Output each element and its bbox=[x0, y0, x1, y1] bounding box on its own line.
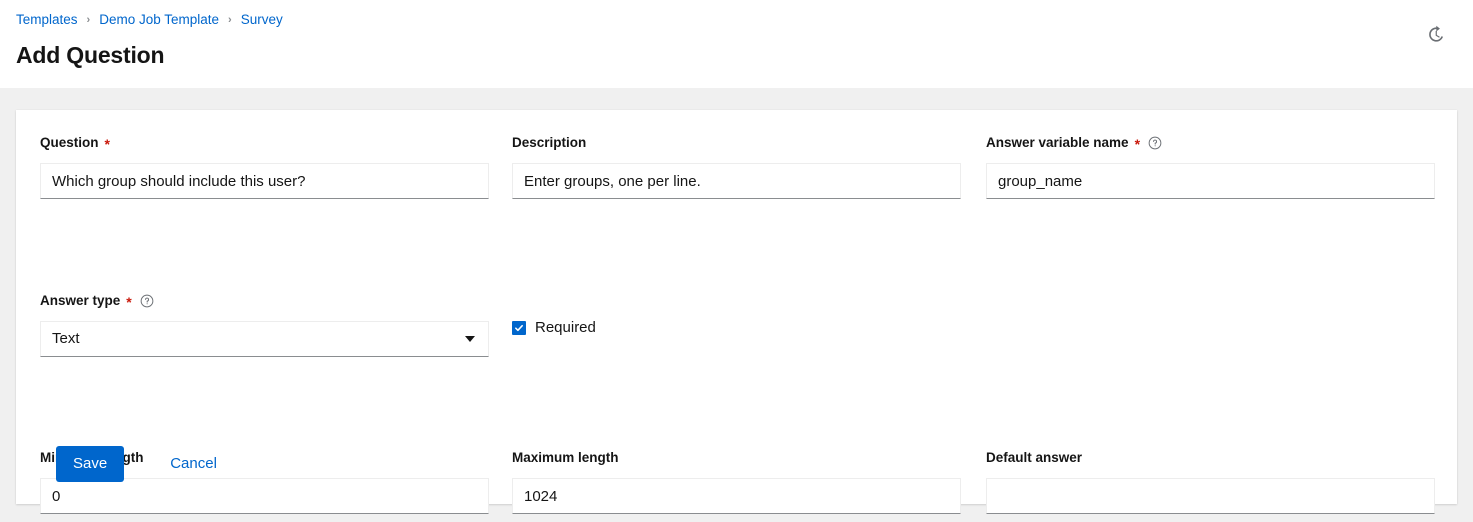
field-description: Description bbox=[512, 134, 961, 292]
answer-type-select[interactable]: Text bbox=[40, 321, 489, 357]
field-required-checkbox: Required bbox=[512, 292, 961, 449]
description-label: Description bbox=[512, 134, 961, 152]
answer-variable-name-input[interactable] bbox=[986, 163, 1435, 199]
required-checkbox-label[interactable]: Required bbox=[535, 319, 596, 337]
minimum-length-input[interactable] bbox=[40, 478, 489, 514]
field-answer-variable-name: Answer variable name * bbox=[986, 134, 1435, 292]
description-label-text: Description bbox=[512, 134, 586, 152]
required-checkbox[interactable] bbox=[512, 321, 526, 335]
question-label: Question * bbox=[40, 134, 489, 152]
breadcrumb-separator: › bbox=[87, 11, 91, 29]
question-circle-icon[interactable] bbox=[1148, 136, 1162, 150]
answer-variable-name-label-text: Answer variable name bbox=[986, 134, 1129, 152]
question-label-text: Question bbox=[40, 134, 99, 152]
breadcrumb-item-demo-job-template[interactable]: Demo Job Template bbox=[99, 11, 219, 29]
cancel-button[interactable]: Cancel bbox=[154, 446, 233, 482]
answer-variable-name-label: Answer variable name * bbox=[986, 134, 1435, 152]
breadcrumb: Templates › Demo Job Template › Survey bbox=[16, 11, 1453, 29]
description-input[interactable] bbox=[512, 163, 961, 199]
default-answer-label-text: Default answer bbox=[986, 449, 1082, 467]
required-indicator: * bbox=[105, 137, 110, 151]
row2-empty-cell bbox=[986, 292, 1435, 449]
required-checkbox-row[interactable]: Required bbox=[512, 310, 961, 346]
field-question: Question * bbox=[40, 134, 489, 292]
answer-type-label: Answer type * bbox=[40, 292, 489, 310]
question-circle-icon[interactable] bbox=[140, 294, 154, 308]
add-question-card: Question * Description Answer variable n… bbox=[16, 110, 1457, 504]
save-button[interactable]: Save bbox=[56, 446, 124, 482]
answer-type-label-text: Answer type bbox=[40, 292, 120, 310]
page-title: Add Question bbox=[16, 40, 1453, 70]
question-form: Question * Description Answer variable n… bbox=[40, 134, 1433, 514]
breadcrumb-separator: › bbox=[228, 11, 232, 29]
history-icon[interactable] bbox=[1423, 22, 1447, 46]
field-answer-type: Answer type * Text bbox=[40, 292, 489, 449]
breadcrumb-item-survey[interactable]: Survey bbox=[241, 11, 283, 29]
default-answer-label: Default answer bbox=[986, 449, 1435, 467]
required-indicator: * bbox=[1135, 137, 1140, 151]
question-input[interactable] bbox=[40, 163, 489, 199]
page-header: Templates › Demo Job Template › Survey A… bbox=[0, 0, 1473, 88]
maximum-length-input[interactable] bbox=[512, 478, 961, 514]
maximum-length-label: Maximum length bbox=[512, 449, 961, 467]
answer-type-selected-value[interactable]: Text bbox=[40, 321, 489, 357]
field-maximum-length: Maximum length bbox=[512, 449, 961, 514]
form-actions: Save Cancel bbox=[56, 446, 233, 482]
breadcrumb-item-templates[interactable]: Templates bbox=[16, 11, 78, 29]
default-answer-input[interactable] bbox=[986, 478, 1435, 514]
maximum-length-label-text: Maximum length bbox=[512, 449, 619, 467]
field-default-answer: Default answer bbox=[986, 449, 1435, 514]
required-indicator: * bbox=[126, 295, 131, 309]
